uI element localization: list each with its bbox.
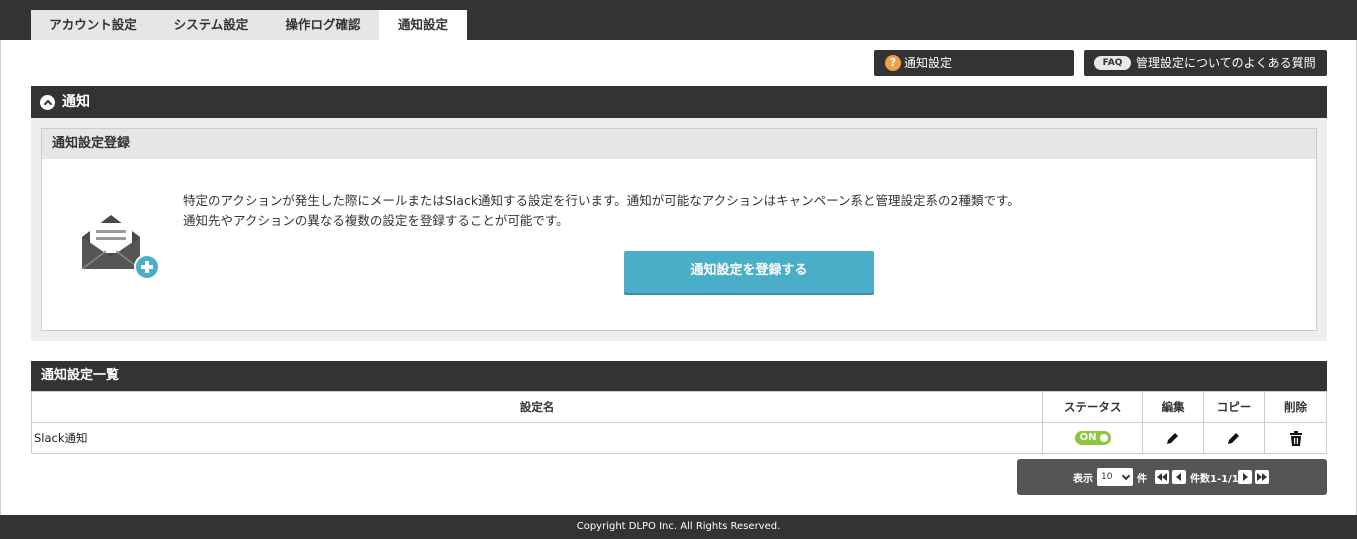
tab-operation-log[interactable]: 操作ログ確認	[267, 10, 379, 40]
notification-list-header: 通知設定一覧	[31, 361, 1327, 391]
column-copy: コピー	[1203, 391, 1265, 423]
register-panel: 通知設定登録 特定のアクションが発生した際にメールまたはSlack通知する設定を…	[41, 128, 1317, 331]
faq-badge: FAQ	[1094, 56, 1131, 70]
register-notification-button[interactable]: 通知設定を登録する	[624, 251, 874, 293]
description-line-2: 通知先やアクションの異なる複数の設定を登録することが可能です。	[183, 213, 569, 228]
top-tab-bar: アカウント設定 システム設定 操作ログ確認 通知設定	[0, 0, 1357, 40]
description-line-1: 特定のアクションが発生した際にメールまたはSlack通知する設定を行います。通知…	[183, 193, 1020, 208]
notification-section-header[interactable]: 通知	[31, 86, 1327, 118]
faq-label: 管理設定についてのよくある質問	[1136, 56, 1316, 70]
setting-name-cell: Slack通知	[30, 422, 1044, 454]
notification-help-button[interactable]: ? 通知設定	[874, 50, 1074, 76]
per-page-select[interactable]: 10	[1097, 468, 1133, 486]
tab-system-settings[interactable]: システム設定	[155, 10, 267, 40]
question-icon: ?	[885, 55, 901, 71]
footer: Copyright DLPO Inc. All Rights Reserved.	[0, 515, 1357, 539]
section-title: 通知	[62, 94, 90, 110]
last-page-icon[interactable]	[1255, 470, 1269, 484]
column-edit: 編集	[1142, 391, 1205, 423]
pencil-icon[interactable]	[1166, 431, 1180, 445]
page-range: 件数1-1/1	[1190, 474, 1239, 485]
per-page-label: 表示	[1073, 474, 1093, 485]
register-panel-heading: 通知設定登録	[42, 129, 1316, 159]
column-status: ステータス	[1042, 391, 1144, 423]
collapse-icon[interactable]	[40, 95, 55, 110]
notification-list-table: 設定名 ステータス 編集 コピー 削除 Slack通知 ON	[30, 391, 1327, 454]
column-setting-name: 設定名	[30, 391, 1044, 423]
mail-add-icon	[81, 215, 160, 280]
status-cell: ON	[1042, 422, 1144, 454]
prev-page-icon[interactable]	[1172, 470, 1186, 484]
faq-button[interactable]: FAQ 管理設定についてのよくある質問	[1084, 50, 1327, 76]
tab-notification-settings[interactable]: 通知設定	[379, 10, 467, 40]
next-page-icon[interactable]	[1238, 470, 1252, 484]
notification-help-label: 通知設定	[904, 56, 953, 70]
delete-cell	[1264, 422, 1327, 454]
register-description: 特定のアクションが発生した際にメールまたはSlack通知する設定を行います。通知…	[183, 191, 1020, 231]
notification-section-body: 通知設定登録 特定のアクションが発生した際にメールまたはSlack通知する設定を…	[31, 118, 1327, 341]
edit-cell	[1142, 422, 1205, 454]
per-page-unit: 件	[1137, 474, 1147, 485]
first-page-icon[interactable]	[1155, 470, 1169, 484]
status-toggle[interactable]: ON	[1074, 431, 1111, 446]
pagination-bar: 表示 10 件 件数1-1/1	[1017, 459, 1327, 495]
table-header-row: 設定名 ステータス 編集 コピー 削除	[30, 391, 1327, 423]
trash-icon[interactable]	[1289, 430, 1303, 446]
copy-cell	[1203, 422, 1265, 454]
column-delete: 削除	[1264, 391, 1327, 423]
table-row: Slack通知 ON	[30, 422, 1327, 454]
copy-pencil-icon[interactable]	[1227, 431, 1241, 445]
tab-account-settings[interactable]: アカウント設定	[31, 10, 155, 40]
